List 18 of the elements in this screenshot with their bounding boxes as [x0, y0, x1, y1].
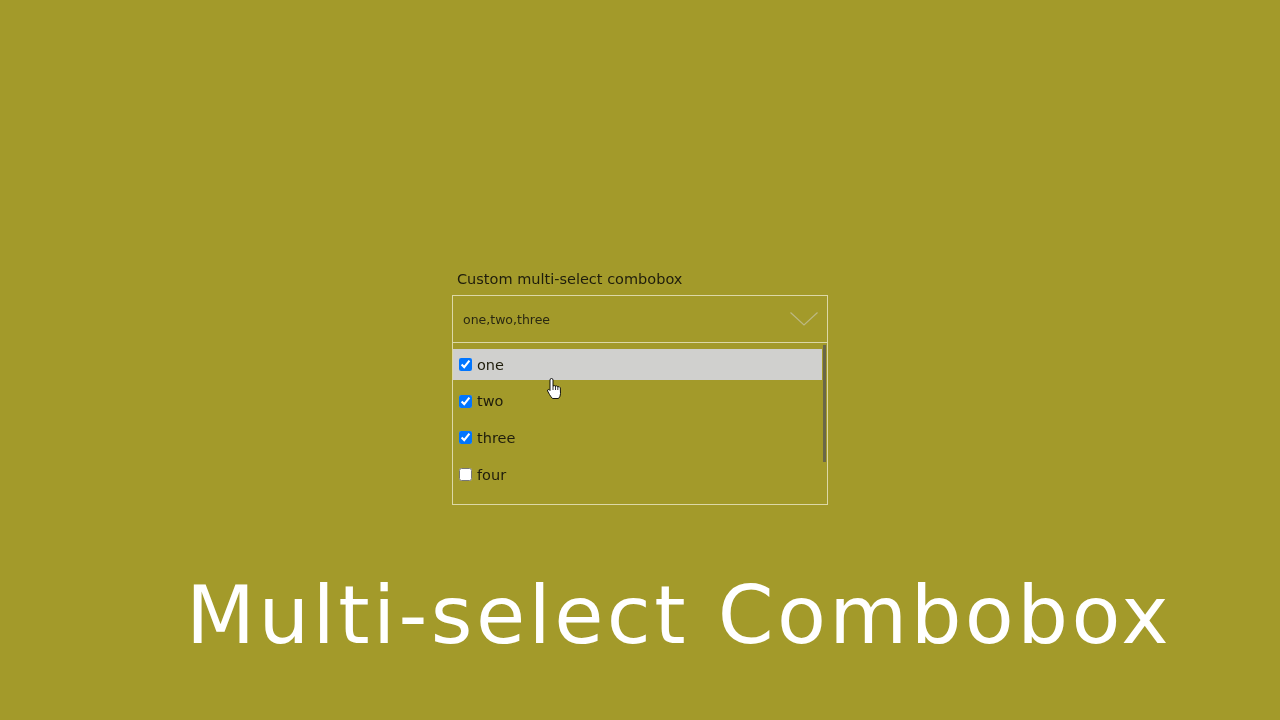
- chevron-down-icon: [790, 312, 818, 326]
- checkbox[interactable]: [459, 394, 472, 408]
- option-label: two: [477, 393, 504, 410]
- list-option[interactable]: three: [453, 422, 822, 454]
- option-label: one: [477, 356, 504, 373]
- caption-title: Multi-select Combobox: [186, 576, 1172, 656]
- option-label: three: [477, 429, 516, 446]
- scrollbar-thumb[interactable]: [823, 345, 826, 462]
- checkbox[interactable]: [459, 358, 472, 371]
- hand-cursor-icon: [547, 378, 562, 399]
- option-label: four: [477, 466, 507, 483]
- list-option[interactable]: one: [453, 349, 822, 380]
- checkbox[interactable]: [459, 468, 472, 482]
- combobox-label: Custom multi-select combobox: [457, 270, 683, 288]
- checkbox[interactable]: [459, 431, 472, 445]
- list-option[interactable]: two: [453, 385, 822, 417]
- combobox-field[interactable]: one,two,three: [452, 295, 828, 343]
- list-option[interactable]: four: [453, 459, 822, 491]
